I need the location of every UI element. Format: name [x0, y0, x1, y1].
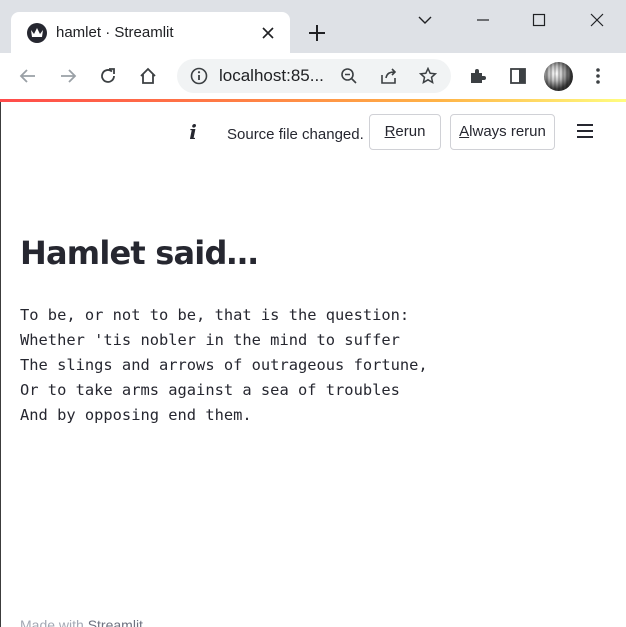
- home-icon[interactable]: [134, 62, 162, 90]
- footer-streamlit-link[interactable]: Streamlit: [88, 617, 143, 627]
- footer: Made with Streamlit: [20, 617, 143, 627]
- browser-tab[interactable]: hamlet · Streamlit: [11, 12, 290, 53]
- side-panel-icon[interactable]: [504, 62, 532, 90]
- code-line: The slings and arrows of outrageous fort…: [20, 356, 428, 374]
- always-rerun-button[interactable]: Always rerun: [450, 114, 555, 150]
- plus-icon: [309, 25, 325, 41]
- code-line: To be, or not to be, that is the questio…: [20, 306, 410, 324]
- tab-title: hamlet · Streamlit: [56, 24, 174, 41]
- rerun-hotkey: R: [384, 123, 396, 140]
- page-heading: Hamlet said…: [20, 234, 259, 272]
- streamlit-crown-icon: [27, 23, 47, 43]
- hamburger-menu-icon[interactable]: [575, 122, 597, 142]
- maximize-icon[interactable]: [525, 6, 553, 34]
- status-message: Source file changed.: [227, 126, 364, 143]
- close-icon[interactable]: [583, 6, 611, 34]
- browser-toolbar: localhost:85...: [0, 53, 626, 99]
- always-rerun-hotkey: A: [459, 123, 470, 140]
- browser-window: hamlet · Streamlit localhost:85... i Sou…: [0, 0, 626, 627]
- kebab-menu-icon[interactable]: [584, 62, 612, 90]
- streamlit-app: i Source file changed. Rerun Always reru…: [0, 102, 626, 627]
- site-info-icon[interactable]: [189, 66, 209, 86]
- avatar[interactable]: [544, 62, 573, 91]
- tab-strip: hamlet · Streamlit: [0, 0, 626, 53]
- arrow-left-icon[interactable]: [14, 62, 42, 90]
- zoom-out-icon[interactable]: [336, 63, 362, 89]
- code-line: And by opposing end them.: [20, 406, 252, 424]
- code-line: Or to take arms against a sea of trouble…: [20, 381, 400, 399]
- rerun-button[interactable]: Rerun: [369, 114, 441, 150]
- share-icon[interactable]: [376, 63, 402, 89]
- tab-search-chevron-icon[interactable]: [411, 6, 439, 34]
- code-block: To be, or not to be, that is the questio…: [20, 303, 428, 428]
- always-rerun-label: lways rerun: [469, 123, 546, 140]
- tab-close-icon[interactable]: [258, 23, 278, 43]
- url-text: localhost:85...: [219, 66, 324, 85]
- new-tab-button[interactable]: [304, 20, 330, 46]
- minimize-icon[interactable]: [469, 6, 497, 34]
- code-line: Whether 'tis nobler in the mind to suffe…: [20, 331, 400, 349]
- rerun-label: erun: [395, 123, 426, 140]
- puzzle-icon[interactable]: [464, 62, 492, 90]
- address-bar[interactable]: localhost:85...: [177, 59, 451, 93]
- star-icon[interactable]: [415, 63, 441, 89]
- arrow-right-icon[interactable]: [54, 62, 82, 90]
- reload-icon[interactable]: [94, 62, 122, 90]
- info-i-icon: i: [189, 120, 197, 144]
- footer-prefix: Made with: [20, 617, 88, 627]
